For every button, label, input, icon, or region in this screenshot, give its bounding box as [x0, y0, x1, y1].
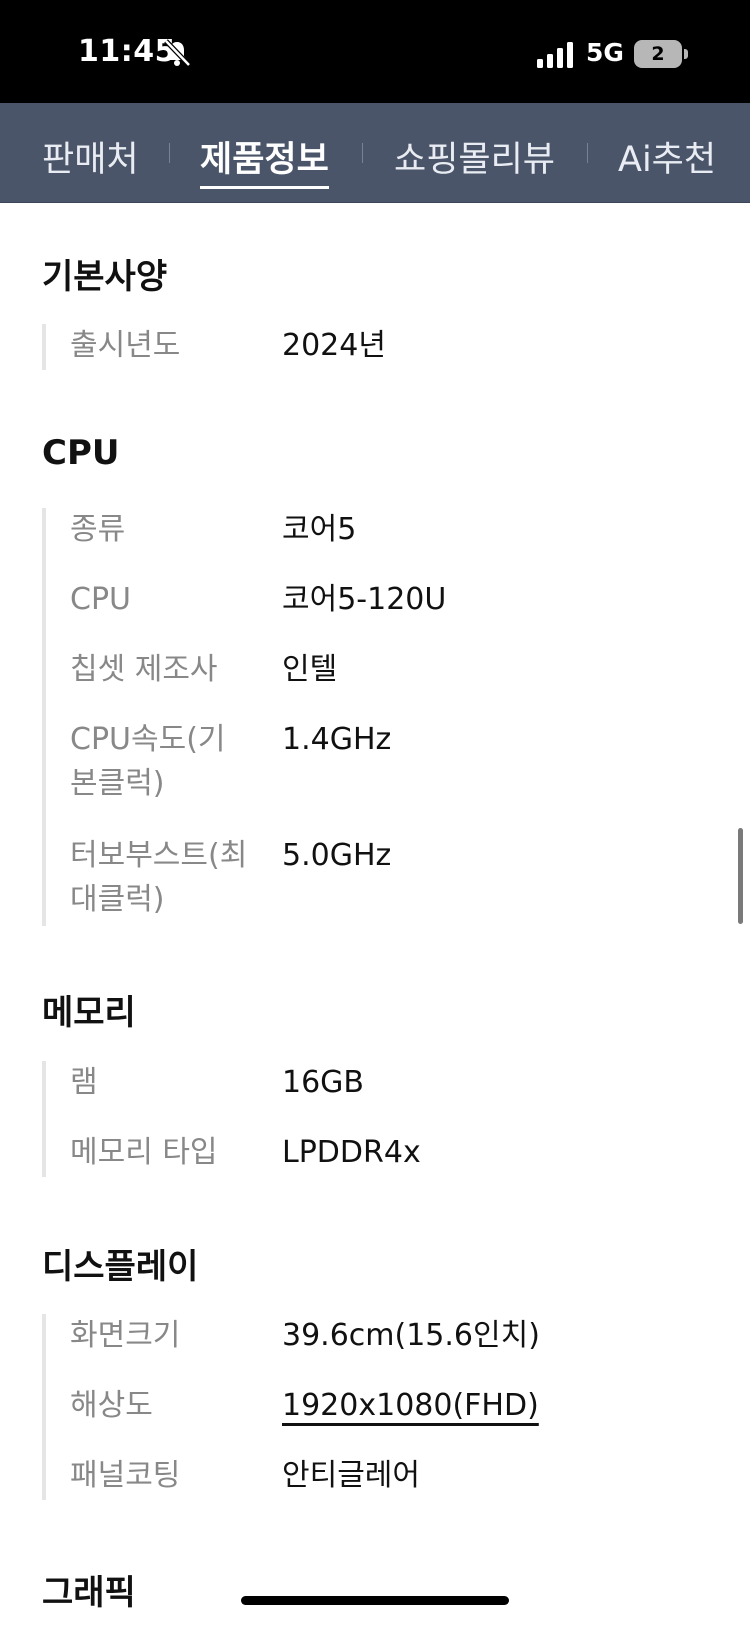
tab-divider	[587, 143, 588, 163]
spec-label-line: 터보부스트(최	[70, 838, 248, 873]
spec-value: 5.0GHz	[282, 838, 392, 873]
spec-value: LPDDR4x	[282, 1135, 421, 1170]
scrollbar[interactable]	[738, 828, 743, 924]
spec-label: 출시년도	[70, 328, 181, 363]
spec-value: 코어5-120U	[282, 582, 447, 617]
spec-label: 램	[70, 1065, 98, 1100]
spec-label-line: CPU속도(기	[70, 722, 226, 757]
spec-label: 해상도	[70, 1388, 153, 1423]
spec-label: 칩셋 제조사	[70, 652, 218, 687]
tab-product-info[interactable]: 제품정보	[200, 131, 329, 189]
section-title-memory: 메모리	[42, 993, 136, 1033]
spec-value: 39.6cm(15.6인치)	[282, 1318, 540, 1353]
spec-label: 화면크기	[70, 1318, 181, 1353]
spec-group-cpu: 종류 코어5 CPU 코어5-120U 칩셋 제조사 인텔 CPU속도(기 본클…	[42, 508, 702, 926]
section-title-basic: 기본사양	[42, 257, 168, 297]
spec-label: CPU	[70, 582, 131, 617]
status-bar: 11:45 5G 2	[0, 0, 750, 103]
signal-strength-icon	[537, 42, 573, 68]
spec-label-line: 본클럭)	[70, 766, 165, 801]
spec-label: 패널코팅	[70, 1458, 181, 1493]
battery-level: 2	[634, 40, 682, 68]
tab-sellers[interactable]: 판매처	[42, 131, 139, 180]
tab-mall-reviews[interactable]: 쇼핑몰리뷰	[394, 131, 555, 180]
spec-value: 2024년	[282, 328, 386, 363]
battery-icon: 2	[634, 40, 688, 68]
spec-group-basic: 출시년도 2024년	[42, 324, 702, 370]
tab-ai-recommend[interactable]: Ai추천	[618, 131, 716, 180]
spec-value: 안티글레어	[282, 1458, 420, 1493]
section-title-graphics: 그래픽	[42, 1573, 136, 1613]
spec-value: 코어5	[282, 512, 357, 547]
tab-divider	[362, 143, 363, 163]
spec-label: 터보부스트(최 대클럭)	[70, 834, 270, 922]
spec-group-display: 화면크기 39.6cm(15.6인치) 해상도 1920x1080(FHD) 패…	[42, 1314, 702, 1500]
tab-divider	[169, 143, 170, 163]
spec-label-line: 대클럭)	[70, 882, 165, 917]
resolution-link[interactable]: 1920x1080(FHD)	[282, 1384, 539, 1428]
spec-value: 16GB	[282, 1065, 365, 1100]
section-title-cpu: CPU	[42, 433, 120, 473]
battery-cap	[684, 49, 688, 59]
spec-group-memory: 램 16GB 메모리 타입 LPDDR4x	[42, 1061, 702, 1177]
section-title-display: 디스플레이	[42, 1247, 199, 1287]
spec-value: 1.4GHz	[282, 722, 392, 757]
bell-muted-icon	[164, 39, 191, 67]
spec-label: 메모리 타입	[70, 1135, 218, 1170]
spec-value: 인텔	[282, 652, 338, 687]
network-type: 5G	[586, 38, 624, 67]
spec-label: CPU속도(기 본클럭)	[70, 718, 270, 806]
home-indicator[interactable]	[241, 1596, 509, 1605]
spec-label: 종류	[70, 512, 126, 547]
